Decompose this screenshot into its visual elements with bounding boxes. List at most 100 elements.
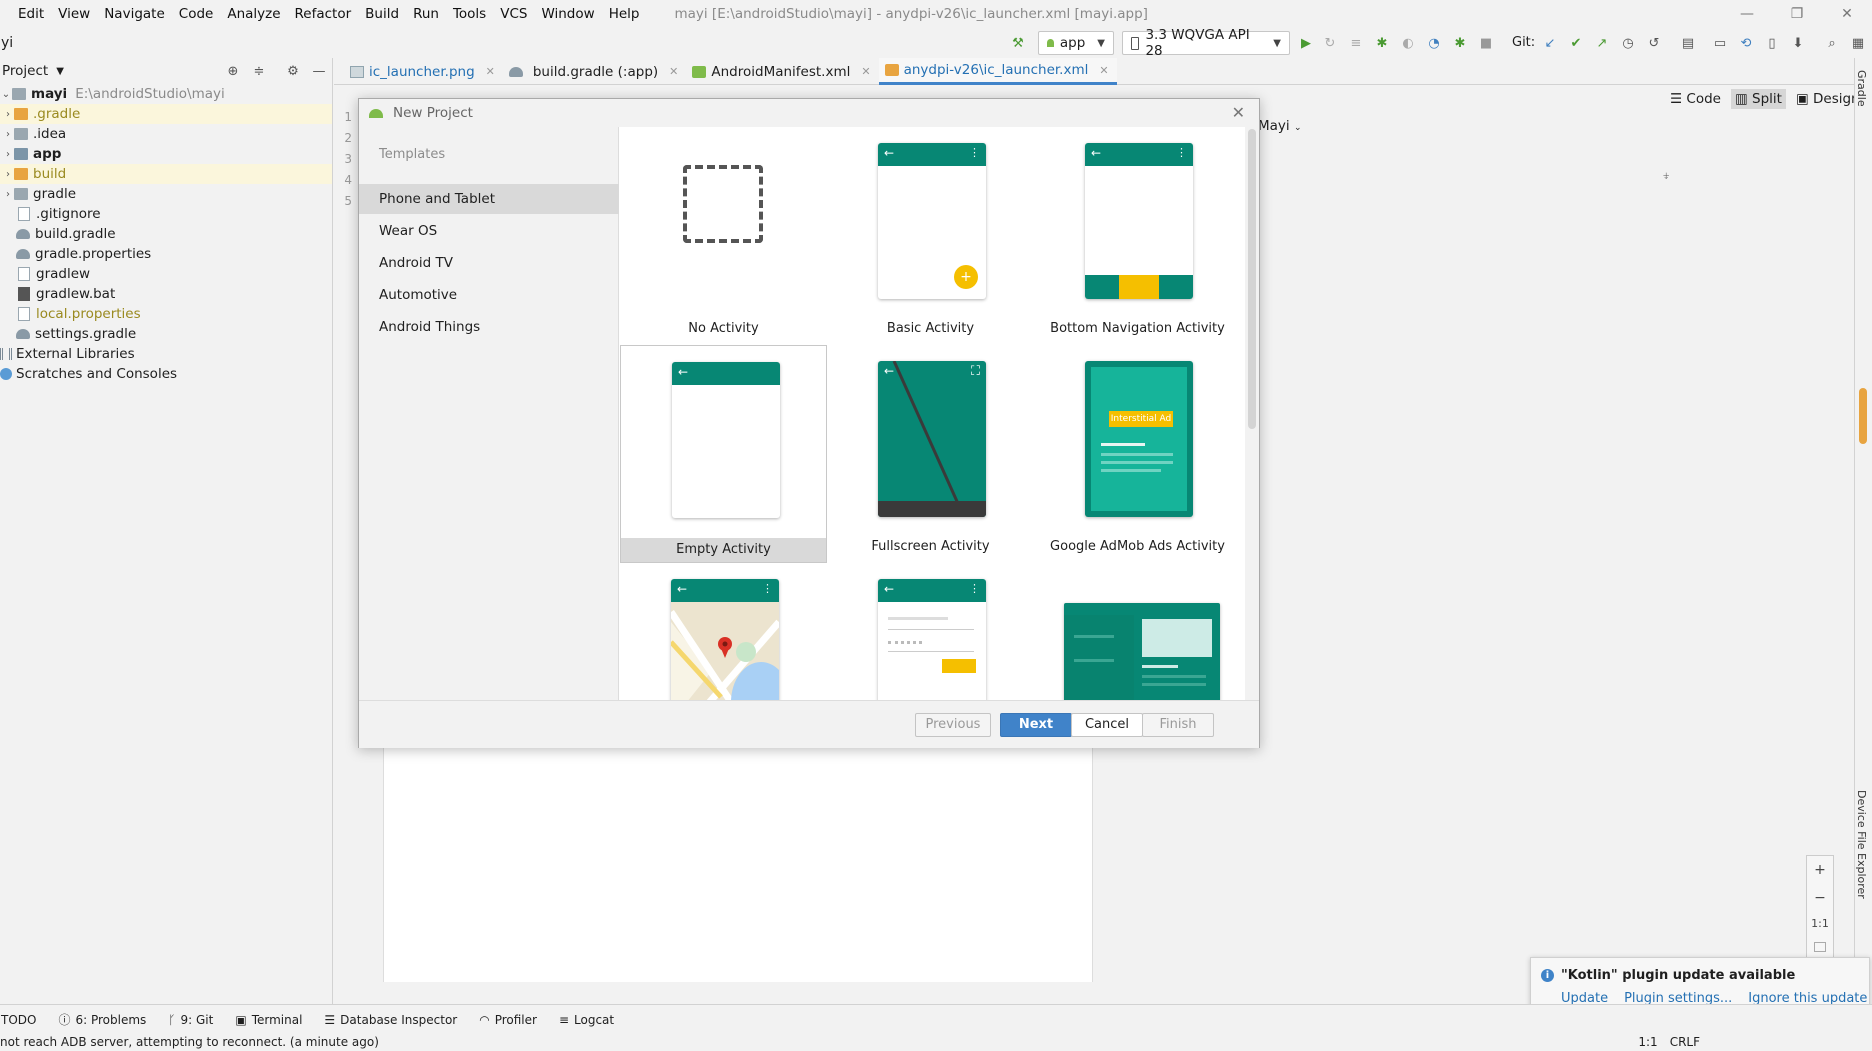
gear-icon[interactable]: ⚙: [284, 62, 302, 80]
template-maps-activity[interactable]: ← ⋮: [620, 563, 827, 700]
tab-anydpi-ic-launcher[interactable]: anydpi-v26\ic_launcher.xml ✕: [878, 58, 1117, 85]
tree-item-gradle-properties[interactable]: gradle.properties: [0, 244, 332, 264]
git-commit-icon[interactable]: ✔: [1566, 33, 1586, 53]
hide-icon[interactable]: —: [310, 62, 328, 80]
design-view-button[interactable]: ▣ Design: [1796, 91, 1860, 107]
terminal-tool-button[interactable]: ▣ Terminal: [235, 1013, 302, 1027]
tree-item-build[interactable]: › build: [0, 164, 332, 184]
tab-android-manifest[interactable]: AndroidManifest.xml ✕: [686, 58, 878, 85]
device-select[interactable]: 3.3 WQVGA API 28 ▼: [1122, 27, 1290, 59]
tree-item-local-properties[interactable]: local.properties: [0, 304, 332, 324]
close-icon[interactable]: ✕: [1232, 103, 1245, 122]
git-tool-button[interactable]: ᚴ 9: Git: [168, 1013, 213, 1027]
profile-icon[interactable]: ◐: [1398, 33, 1418, 53]
zoom-fit-icon[interactable]: [1814, 942, 1826, 953]
database-inspector-button[interactable]: ☰ Database Inspector: [324, 1013, 457, 1027]
line-separator[interactable]: CRLF: [1670, 1034, 1700, 1051]
run-config-select[interactable]: app ▼: [1038, 31, 1114, 55]
scrollbar-thumb[interactable]: [1248, 129, 1256, 429]
sdk-manager-icon[interactable]: ⬇: [1788, 33, 1808, 53]
tree-item-settings-gradle[interactable]: settings.gradle: [0, 324, 332, 344]
category-automotive[interactable]: Automotive: [359, 280, 619, 310]
menu-view[interactable]: View: [51, 0, 97, 28]
menu-navigate[interactable]: Navigate: [97, 0, 172, 28]
device-file-explorer-button[interactable]: Device File Explorer: [1855, 790, 1868, 899]
menu-edit[interactable]: Edit: [0, 0, 51, 28]
close-window-icon[interactable]: ✕: [1822, 0, 1872, 28]
menu-run[interactable]: Run: [406, 0, 446, 28]
menu-window[interactable]: Window: [534, 0, 601, 28]
git-update-icon[interactable]: ↙: [1540, 33, 1560, 53]
preview-theme-select[interactable]: Mayi ⌄: [1258, 118, 1302, 134]
restore-icon[interactable]: ❐: [1772, 0, 1822, 28]
template-bottom-navigation[interactable]: ← ⋮ Bottom Navigation Activity: [1034, 127, 1241, 345]
attach-debugger-icon[interactable]: ◔: [1424, 33, 1444, 53]
sync-icon[interactable]: ⟲: [1736, 33, 1756, 53]
tree-item-gradle[interactable]: › gradle: [0, 184, 332, 204]
close-icon[interactable]: ✕: [861, 65, 870, 78]
close-icon[interactable]: ✕: [486, 65, 495, 78]
more-icon[interactable]: ▦: [1848, 33, 1868, 53]
tree-item-gradlew[interactable]: gradlew: [0, 264, 332, 284]
git-history-icon[interactable]: ◷: [1618, 33, 1638, 53]
breadcrumb[interactable]: yi: [0, 28, 13, 58]
status-message[interactable]: not reach ADB server, attempting to reco…: [0, 1035, 379, 1049]
menu-vcs[interactable]: VCS: [493, 0, 534, 28]
minimize-icon[interactable]: —: [1722, 0, 1772, 28]
menu-tools[interactable]: Tools: [446, 0, 493, 28]
zoom-in-button[interactable]: +: [1814, 862, 1826, 878]
problems-tool-button[interactable]: ⓘ 6: Problems: [58, 1011, 146, 1028]
template-master-detail[interactable]: [1034, 563, 1241, 700]
gradle-tool-button[interactable]: Gradle: [1855, 70, 1868, 107]
template-no-activity[interactable]: No Activity: [620, 127, 827, 345]
coverage-icon[interactable]: ✱: [1450, 33, 1470, 53]
tree-item-app[interactable]: › app: [0, 144, 332, 164]
template-empty-activity[interactable]: ← Empty Activity: [620, 345, 827, 563]
locate-icon[interactable]: ⊕: [224, 62, 242, 80]
layout-icon[interactable]: ▭: [1710, 33, 1730, 53]
tree-item-external-libraries[interactable]: External Libraries: [0, 344, 332, 364]
template-fullscreen-activity[interactable]: ← ⛶ Fullscreen Activity: [827, 345, 1034, 563]
project-view-selector[interactable]: Project ▼: [0, 58, 332, 84]
pin-icon[interactable]: ⍖: [1662, 168, 1670, 184]
rerun-icon[interactable]: ↻: [1320, 33, 1340, 53]
menu-analyze[interactable]: Analyze: [220, 0, 287, 28]
tab-build-gradle[interactable]: build.gradle (:app) ✕: [503, 58, 687, 85]
tree-item-gradlew-bat[interactable]: gradlew.bat: [0, 284, 332, 304]
tab-ic-launcher-png[interactable]: ic_launcher.png ✕: [344, 58, 503, 85]
menu-build[interactable]: Build: [358, 0, 406, 28]
tree-item-root[interactable]: ⌄ mayi E:\androidStudio\mayi: [0, 84, 332, 104]
category-android-tv[interactable]: Android TV: [359, 248, 619, 278]
avd-manager-icon[interactable]: ▯: [1762, 33, 1782, 53]
project-structure-icon[interactable]: ▤: [1678, 33, 1698, 53]
category-wear-os[interactable]: Wear OS: [359, 216, 619, 246]
tree-item-scratches[interactable]: Scratches and Consoles: [0, 364, 332, 384]
template-basic-activity[interactable]: ← ⋮ + Basic Activity: [827, 127, 1034, 345]
close-icon[interactable]: ✕: [1099, 64, 1108, 77]
close-icon[interactable]: ✕: [669, 65, 678, 78]
template-scrollbar[interactable]: [1245, 127, 1259, 700]
todo-tool-button[interactable]: TODO: [1, 1013, 36, 1027]
finish-button[interactable]: Finish: [1142, 713, 1214, 737]
search-icon[interactable]: ⌕: [1822, 33, 1842, 53]
stop-icon[interactable]: ■: [1476, 33, 1496, 53]
category-phone-tablet[interactable]: Phone and Tablet: [359, 184, 619, 214]
git-push-icon[interactable]: ↗: [1592, 33, 1612, 53]
split-view-button[interactable]: ▥ Split: [1730, 89, 1786, 109]
zoom-actual-button[interactable]: 1:1: [1811, 917, 1829, 930]
code-view-button[interactable]: ☰ Code: [1670, 91, 1721, 107]
cancel-button[interactable]: Cancel: [1071, 713, 1143, 737]
menu-refactor[interactable]: Refactor: [288, 0, 359, 28]
run-icon[interactable]: ▶: [1296, 33, 1316, 53]
category-android-things[interactable]: Android Things: [359, 312, 619, 342]
git-rollback-icon[interactable]: ↺: [1644, 33, 1664, 53]
debug-icon[interactable]: ✱: [1372, 33, 1392, 53]
menu-help[interactable]: Help: [602, 0, 647, 28]
caret-position[interactable]: 1:1: [1638, 1034, 1657, 1051]
zoom-out-button[interactable]: −: [1814, 890, 1826, 906]
template-login-activity[interactable]: ← ⋮: [827, 563, 1034, 700]
previous-button[interactable]: Previous: [915, 713, 991, 737]
apply-changes-icon[interactable]: ≡: [1346, 33, 1366, 53]
logcat-tool-button[interactable]: ≡ Logcat: [559, 1013, 614, 1027]
profiler-tool-button[interactable]: ◠ Profiler: [479, 1013, 537, 1027]
